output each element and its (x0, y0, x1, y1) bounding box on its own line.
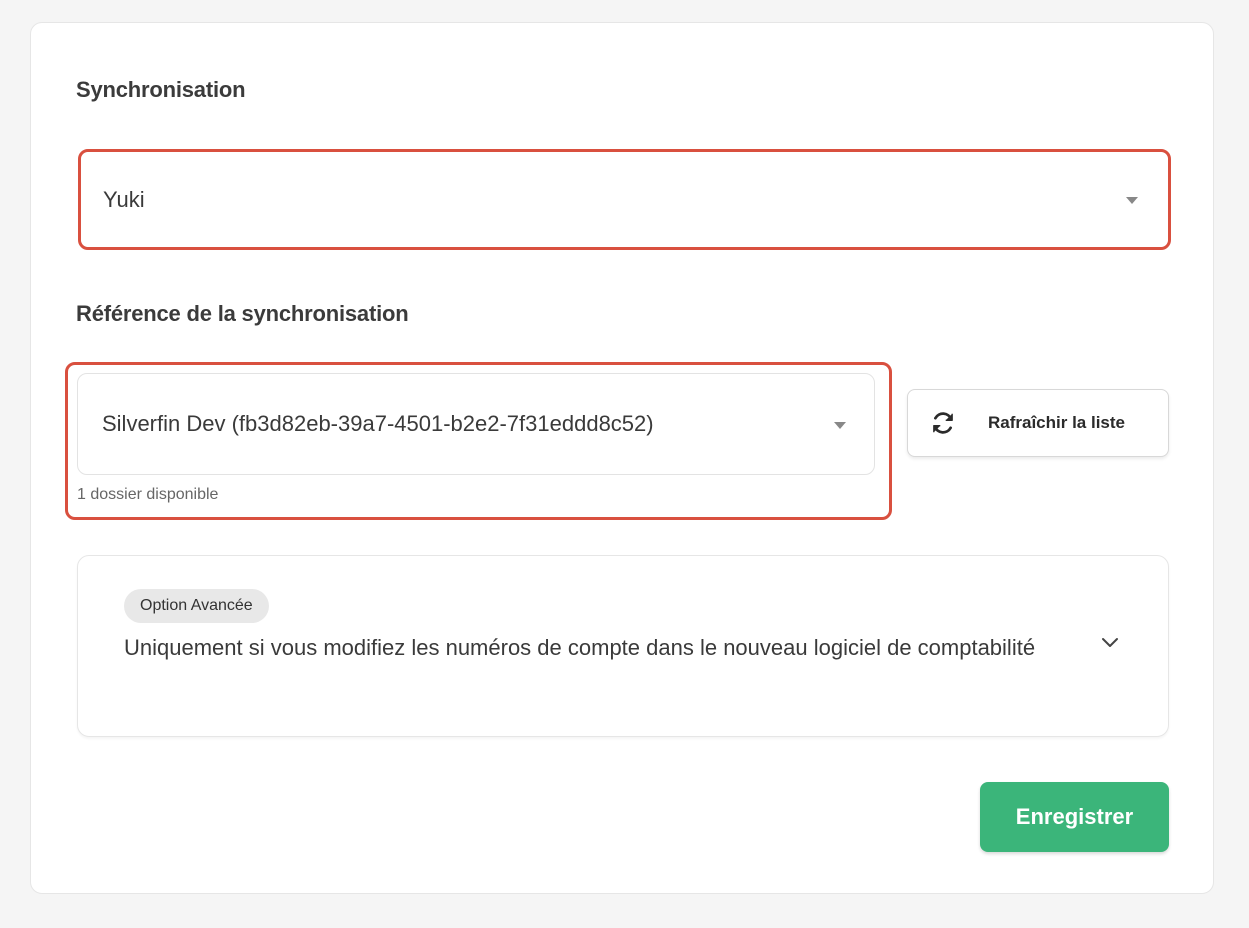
caret-down-icon (1126, 197, 1138, 204)
advanced-option-badge: Option Avancée (124, 589, 269, 623)
caret-down-icon (834, 422, 846, 429)
chevron-down-icon[interactable] (1100, 636, 1120, 650)
reference-hint: 1 dossier disponible (77, 486, 219, 503)
refresh-list-label: Rafraîchir la liste (988, 413, 1126, 432)
save-button[interactable]: Enregistrer (980, 782, 1169, 852)
sync-select[interactable]: Yuki (81, 152, 1168, 247)
reference-select[interactable]: Silverfin Dev (fb3d82eb-39a7-4501-b2e2-7… (77, 373, 875, 475)
reference-label: Référence de la synchronisation (76, 301, 409, 326)
advanced-option-description: Uniquement si vous modifiez les numéros … (124, 635, 1036, 660)
advanced-option-panel[interactable]: Option Avancée Uniquement si vous modifi… (77, 555, 1169, 737)
sync-settings-card: Synchronisation Yuki Référence de la syn… (30, 22, 1214, 894)
reference-select-value: Silverfin Dev (fb3d82eb-39a7-4501-b2e2-7… (102, 411, 654, 436)
sync-label: Synchronisation (76, 77, 246, 102)
refresh-list-button[interactable]: Rafraîchir la liste (907, 389, 1169, 457)
refresh-icon (933, 412, 953, 434)
sync-select-value: Yuki (103, 186, 145, 212)
